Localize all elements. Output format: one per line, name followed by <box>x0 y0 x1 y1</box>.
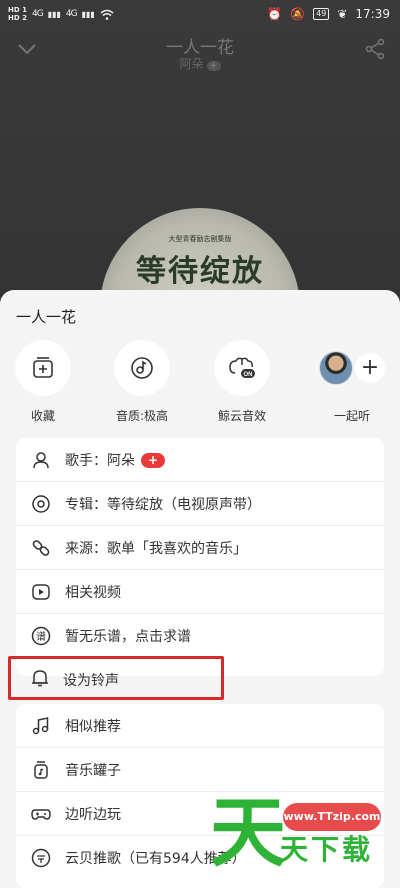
video-icon <box>30 581 52 603</box>
menu-item-music-jar[interactable]: 音乐罐子 <box>16 748 384 792</box>
sim2-label: HD 2 <box>8 14 27 22</box>
quick-action-label: 收藏 <box>30 409 55 423</box>
quick-action-label: 鲸云音效 <box>217 409 266 423</box>
bell-icon <box>30 668 50 692</box>
mute-icon: 🔕 <box>290 7 306 21</box>
quick-action-sound-effect[interactable]: ON 鲸云音效 <box>204 340 280 424</box>
artist-name: 阿朵 + <box>0 55 400 72</box>
artist-label: 阿朵 <box>179 57 204 71</box>
watermark-text: 天下载 <box>280 833 374 866</box>
svg-text:谱: 谱 <box>36 630 46 643</box>
song-options-sheet: 一人一花 收藏 音质:极高 ON 鲸云音效 + 一起听 歌手：阿朵 + 专辑：等… <box>0 290 400 888</box>
source-link-icon <box>30 537 52 559</box>
album-art-subtitle: 大型青春励志剧集版 <box>168 235 232 243</box>
cloud-coin-icon <box>30 847 52 869</box>
signal-bars-icon: ▮▮▮ <box>81 9 95 19</box>
menu-item-set-ringtone[interactable]: 设为铃声 <box>16 658 384 702</box>
quick-action-sound-quality[interactable]: 音质:极高 <box>104 340 180 424</box>
status-bar: HD 1 HD 2 4G ▮▮▮ 4G ▮▮▮ ⏰ 🔕 49 ❦ 17:39 <box>0 0 400 28</box>
gamepad-icon <box>30 803 52 825</box>
menu-item-label: 来源：歌单「我喜欢的音乐」 <box>65 540 247 557</box>
follow-artist-badge[interactable]: + <box>141 452 165 468</box>
quick-action-label: 一起听 <box>333 409 370 423</box>
signal-bars-icon: ▮▮▮ <box>47 9 61 19</box>
alarm-icon: ⏰ <box>267 7 283 21</box>
menu-item-singer[interactable]: 歌手：阿朵 + <box>16 438 384 482</box>
whale-sound-effect-icon[interactable]: ON <box>214 340 270 396</box>
menu-item-sheet-music[interactable]: 谱 暂无乐谱，点击求谱 <box>16 614 384 658</box>
menu-group-song-info: 歌手：阿朵 + 专辑：等待绽放（电视原声带） 来源：歌单「我喜欢的音乐」 相关视频… <box>16 438 384 676</box>
menu-item-similar[interactable]: 相似推荐 <box>16 704 384 748</box>
quick-action-label: 音质:极高 <box>115 409 169 423</box>
menu-item-label: 暂无乐谱，点击求谱 <box>65 629 191 645</box>
clock-time: 17:39 <box>355 7 390 21</box>
follow-artist-badge: + <box>206 61 221 71</box>
sim1-label: HD 1 <box>8 6 27 14</box>
avatar <box>319 351 353 385</box>
sheet-music-icon: 谱 <box>30 625 52 647</box>
menu-item-label: 相关视频 <box>65 584 121 601</box>
singer-label: 歌手：阿朵 <box>65 452 135 469</box>
album-art-title: 等待绽放 <box>136 254 264 289</box>
menu-item-label: 边听边玩 <box>65 806 121 823</box>
menu-item-related-video[interactable]: 相关视频 <box>16 570 384 614</box>
menu-item-source[interactable]: 来源：歌单「我喜欢的音乐」 <box>16 526 384 570</box>
singer-icon <box>30 449 52 471</box>
menu-item-label: 音乐罐子 <box>65 762 121 779</box>
menu-item-label: 设为铃声 <box>63 673 119 689</box>
music-jar-icon <box>30 759 52 781</box>
sheet-title: 一人一花 <box>16 308 77 326</box>
battery-level: 49 <box>313 8 330 20</box>
signal1-label: 4G <box>31 9 44 19</box>
menu-item-label: 专辑：等待绽放（电视原声带） <box>65 496 261 513</box>
share-icon[interactable] <box>364 38 386 60</box>
watermark-url: www.TTzip.com <box>283 803 381 831</box>
wifi-icon <box>100 9 114 20</box>
album-icon <box>30 493 52 515</box>
add-to-playlist-icon[interactable] <box>15 340 71 396</box>
player-header: 一人一花 阿朵 + <box>0 30 400 74</box>
sound-quality-icon[interactable] <box>114 340 170 396</box>
menu-item-label: 歌手：阿朵 + <box>65 450 165 470</box>
menu-item-label: 相似推荐 <box>65 718 121 735</box>
signal2-label: 4G <box>65 9 78 19</box>
quick-action-favorite[interactable]: 收藏 <box>5 340 81 424</box>
menu-item-album[interactable]: 专辑：等待绽放（电视原声带） <box>16 482 384 526</box>
listen-together-icon[interactable]: + <box>314 340 390 396</box>
watermark-logo-char: 天 <box>210 788 286 877</box>
leaf-icon: ❦ <box>337 7 348 21</box>
quick-action-listen-together[interactable]: + 一起听 <box>314 340 390 424</box>
similar-music-icon <box>30 715 52 737</box>
svg-text:ON: ON <box>244 372 253 378</box>
add-icon[interactable]: + <box>355 353 385 383</box>
